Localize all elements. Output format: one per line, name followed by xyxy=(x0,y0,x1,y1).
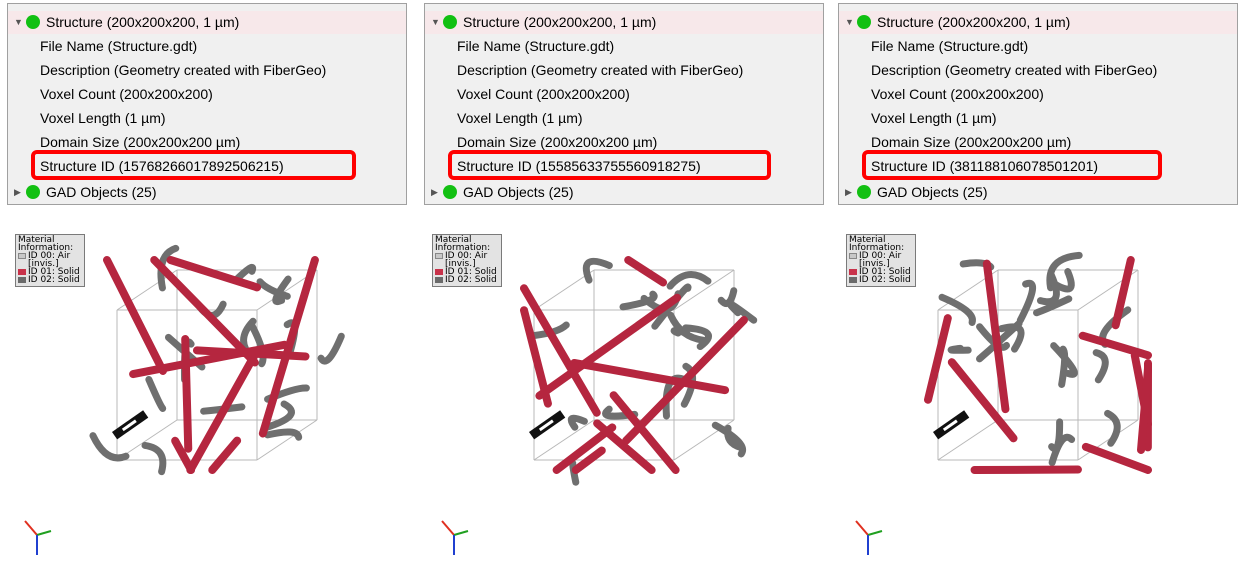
red-fiber xyxy=(185,339,188,449)
gray-fiber xyxy=(93,436,126,458)
structure-node-label: Structure (200x200x200, 1 µm) xyxy=(877,11,1070,34)
property-item[interactable]: Voxel Count (200x200x200) xyxy=(871,83,1044,106)
gad-objects-label: GAD Objects (25) xyxy=(877,181,987,204)
gad-objects-label: GAD Objects (25) xyxy=(463,181,573,204)
property-item[interactable]: Voxel Count (200x200x200) xyxy=(457,83,630,106)
structure-tree: ▼ Structure (200x200x200, 1 µm)File Name … xyxy=(424,3,824,205)
material-legend: Material Information:ID 00: Air [invis.]… xyxy=(846,234,916,287)
structure-panel-2: ▼ Structure (200x200x200, 1 µm)File Name … xyxy=(424,3,824,559)
gray-fiber xyxy=(586,261,609,280)
legend-item-solid-2: ID 02: Solid xyxy=(435,276,499,284)
gray-fiber xyxy=(149,379,163,408)
solid-red-swatch-icon xyxy=(849,269,857,275)
expand-caret-icon[interactable]: ▶ xyxy=(431,181,438,204)
gray-fiber xyxy=(571,418,584,427)
legend-item-solid-2: ID 02: Solid xyxy=(849,276,913,284)
structure-id-highlight xyxy=(448,150,771,180)
structure-node[interactable]: ▼ Structure (200x200x200, 1 µm) xyxy=(8,11,406,34)
status-dot-icon xyxy=(857,15,871,29)
property-item[interactable]: File Name (Structure.gdt) xyxy=(40,35,197,58)
material-legend: Material Information:ID 00: Air [invis.]… xyxy=(15,234,85,287)
status-dot-icon xyxy=(443,15,457,29)
axis-triad-icon xyxy=(442,521,468,555)
legend-item-air: ID 00: Air [invis.] xyxy=(18,252,82,268)
collapse-caret-icon[interactable]: ▼ xyxy=(431,11,440,34)
red-fiber xyxy=(628,260,663,282)
status-dot-icon xyxy=(26,185,40,199)
gray-fiber xyxy=(145,445,163,471)
legend-item-solid-2: ID 02: Solid xyxy=(18,276,82,284)
structure-node-label: Structure (200x200x200, 1 µm) xyxy=(463,11,656,34)
structure-node[interactable]: ▼ Structure (200x200x200, 1 µm) xyxy=(425,11,823,34)
solid-red-swatch-icon xyxy=(18,269,26,275)
legend-label: ID 02: Solid xyxy=(28,275,80,285)
property-item[interactable]: Voxel Length (1 µm) xyxy=(871,107,997,130)
axis-triad-icon xyxy=(25,521,51,555)
gray-fiber xyxy=(1020,283,1032,320)
gray-fiber xyxy=(1052,422,1060,449)
legend-label: ID 02: Solid xyxy=(859,275,911,285)
structure-tree: ▼ Structure (200x200x200, 1 µm)File Name … xyxy=(7,3,407,205)
status-dot-icon xyxy=(443,185,457,199)
legend-title: Material Information: xyxy=(18,236,82,252)
structure-node[interactable]: ▼ Structure (200x200x200, 1 µm) xyxy=(839,11,1237,34)
structure-id-highlight xyxy=(862,150,1162,180)
solid-red-swatch-icon xyxy=(435,269,443,275)
red-fiber xyxy=(107,260,163,371)
status-dot-icon xyxy=(26,15,40,29)
legend-title: Material Information: xyxy=(849,236,913,252)
property-item[interactable]: File Name (Structure.gdt) xyxy=(871,35,1028,58)
air-swatch-icon xyxy=(18,253,26,259)
solid-gray-swatch-icon xyxy=(435,277,443,283)
air-swatch-icon xyxy=(849,253,857,259)
solid-gray-swatch-icon xyxy=(18,277,26,283)
property-item[interactable]: Voxel Length (1 µm) xyxy=(457,107,583,130)
red-fiber xyxy=(212,441,237,470)
property-item[interactable]: Description (Geometry created with Fiber… xyxy=(457,59,743,82)
expand-caret-icon[interactable]: ▶ xyxy=(845,181,852,204)
status-dot-icon xyxy=(857,185,871,199)
structure-id-highlight xyxy=(31,150,356,180)
structure-tree: ▼ Structure (200x200x200, 1 µm)File Name … xyxy=(838,3,1238,205)
air-swatch-icon xyxy=(435,253,443,259)
property-item[interactable]: Description (Geometry created with Fiber… xyxy=(871,59,1157,82)
material-legend: Material Information:ID 00: Air [invis.]… xyxy=(432,234,502,287)
legend-item-air: ID 00: Air [invis.] xyxy=(435,252,499,268)
structure-node-label: Structure (200x200x200, 1 µm) xyxy=(46,11,239,34)
structure-panel-1: ▼ Structure (200x200x200, 1 µm)File Name … xyxy=(7,3,407,559)
gray-fiber xyxy=(951,348,968,350)
domain-box-edge xyxy=(674,420,734,460)
collapse-caret-icon[interactable]: ▼ xyxy=(845,11,854,34)
structure-panel-3: ▼ Structure (200x200x200, 1 µm)File Name … xyxy=(838,3,1238,559)
solid-gray-swatch-icon xyxy=(849,277,857,283)
gray-fiber xyxy=(321,336,341,361)
property-item[interactable]: Description (Geometry created with Fiber… xyxy=(40,59,326,82)
axis-triad-icon xyxy=(856,521,882,555)
gad-objects-label: GAD Objects (25) xyxy=(46,181,156,204)
property-item[interactable]: Voxel Count (200x200x200) xyxy=(40,83,213,106)
gray-fiber xyxy=(268,432,299,437)
legend-title: Material Information: xyxy=(435,236,499,252)
gray-fiber xyxy=(1096,353,1105,380)
property-item[interactable]: Voxel Length (1 µm) xyxy=(40,107,166,130)
expand-caret-icon[interactable]: ▶ xyxy=(14,181,21,204)
legend-item-air: ID 00: Air [invis.] xyxy=(849,252,913,268)
collapse-caret-icon[interactable]: ▼ xyxy=(14,11,23,34)
property-item[interactable]: File Name (Structure.gdt) xyxy=(457,35,614,58)
legend-label: ID 02: Solid xyxy=(445,275,497,285)
